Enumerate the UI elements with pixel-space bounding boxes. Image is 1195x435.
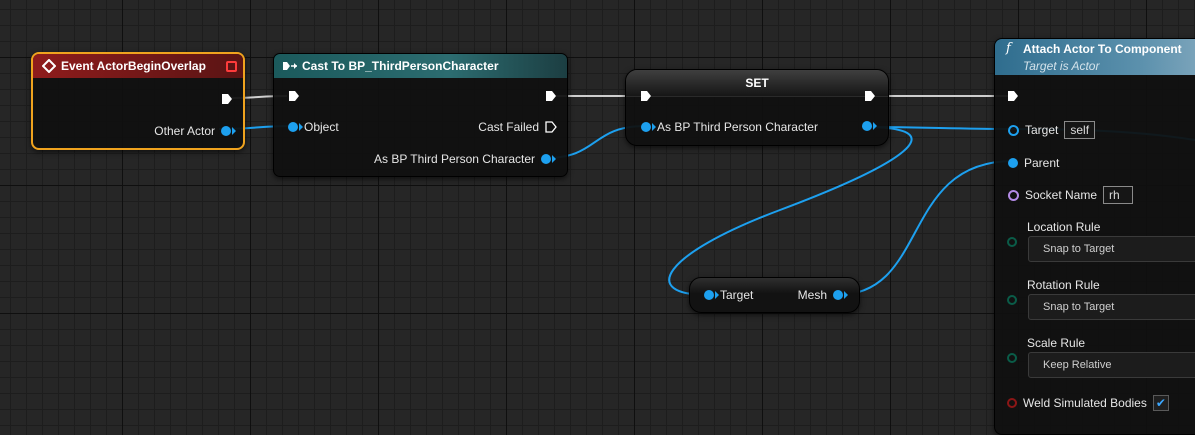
exec-in-icon: [289, 91, 299, 101]
other-actor-pin[interactable]: Other Actor: [154, 124, 236, 138]
getter-mesh-pin[interactable]: Mesh: [797, 288, 848, 302]
cast-icon: [283, 62, 297, 70]
attach-parent-pin[interactable]: Parent: [1008, 156, 1059, 170]
attach-target-label: Target: [1025, 123, 1059, 137]
object-pin-icon: [1008, 158, 1018, 168]
event-exec-out-pin[interactable]: [221, 93, 233, 105]
object-pin-icon: [288, 122, 303, 132]
attach-socket-label: Socket Name: [1025, 188, 1098, 202]
attach-actor-node[interactable]: f Attach Actor To Component Target is Ac…: [994, 38, 1195, 435]
scale-rule-dropdown[interactable]: Keep Relative: [1028, 352, 1195, 378]
attach-node-title: Attach Actor To Component: [1023, 42, 1182, 56]
set-node-header[interactable]: SET: [626, 70, 888, 97]
mesh-getter-node[interactable]: Target Mesh: [689, 277, 860, 313]
exec-out-icon: [865, 91, 875, 101]
event-diamond-icon: [42, 59, 56, 73]
attach-target-value[interactable]: self: [1064, 121, 1096, 139]
getter-mesh-label: Mesh: [797, 288, 827, 302]
bool-pin-icon: [1007, 398, 1017, 408]
name-pin-icon: [1008, 189, 1019, 201]
cast-node-title: Cast To BP_ThirdPersonCharacter: [302, 59, 499, 73]
attach-socket-pin[interactable]: Socket Name rh: [1008, 186, 1134, 204]
exec-in-icon: [641, 91, 651, 101]
object-pin-icon: [833, 290, 848, 300]
other-actor-label: Other Actor: [154, 124, 215, 138]
getter-target-label: Target: [720, 288, 754, 302]
object-pin-icon: [862, 121, 877, 131]
set-variable-node[interactable]: SET As BP Third Person Character: [625, 69, 889, 146]
attach-target-pin[interactable]: Target self: [1008, 121, 1096, 139]
set-output-pin[interactable]: [862, 121, 877, 131]
event-actorbeginoverlap-node[interactable]: Event ActorBeginOverlap Other Actor: [31, 52, 245, 150]
cast-as-bp-label: As BP Third Person Character: [374, 152, 535, 166]
cast-object-label: Object: [304, 120, 339, 134]
weld-label: Weld Simulated Bodies: [1023, 396, 1147, 410]
cast-failed-pin[interactable]: Cast Failed: [478, 120, 557, 134]
cast-exec-in-pin[interactable]: [288, 90, 300, 102]
getter-target-pin[interactable]: Target: [704, 288, 753, 302]
function-icon: f: [1006, 41, 1011, 56]
location-rule-dropdown[interactable]: Snap to Target: [1028, 236, 1195, 262]
attach-node-header[interactable]: f Attach Actor To Component Target is Ac…: [995, 39, 1195, 75]
rotation-rule-dropdown[interactable]: Snap to Target: [1028, 294, 1195, 320]
checkmark-icon: ✔: [1155, 396, 1166, 410]
object-pin-icon: [221, 126, 236, 136]
event-node-header[interactable]: Event ActorBeginOverlap: [33, 54, 243, 78]
cast-node[interactable]: Cast To BP_ThirdPersonCharacter Object C…: [273, 53, 568, 177]
cast-as-bp-pin[interactable]: As BP Third Person Character: [374, 152, 556, 166]
scale-rule-label: Scale Rule: [1027, 336, 1086, 350]
location-rule-label: Location Rule: [1027, 220, 1101, 234]
delegate-pin-icon[interactable]: [226, 61, 237, 72]
cast-object-pin[interactable]: Object: [288, 120, 339, 134]
set-exec-in-pin[interactable]: [640, 90, 652, 102]
set-node-title: SET: [745, 76, 769, 90]
event-node-title: Event ActorBeginOverlap: [61, 59, 206, 73]
attach-socket-value[interactable]: rh: [1103, 186, 1134, 204]
attach-node-subtitle: Target is Actor: [1023, 59, 1100, 73]
exec-out-icon: [546, 91, 556, 101]
cast-node-header[interactable]: Cast To BP_ThirdPersonCharacter: [274, 54, 567, 78]
weld-simulated-pin[interactable]: Weld Simulated Bodies ✔: [1007, 395, 1169, 411]
object-pin-hollow-icon: [1008, 124, 1019, 136]
enum-pin-icon[interactable]: [1007, 295, 1017, 305]
set-input-pin[interactable]: As BP Third Person Character: [641, 120, 818, 134]
enum-pin-icon[interactable]: [1007, 237, 1017, 247]
object-pin-icon: [704, 290, 719, 300]
set-input-label: As BP Third Person Character: [657, 120, 818, 134]
wire-mesh-parent: [836, 160, 1014, 296]
enum-pin-icon[interactable]: [1007, 353, 1017, 363]
object-pin-icon: [641, 122, 656, 132]
attach-parent-label: Parent: [1024, 156, 1060, 170]
cast-exec-out-pin[interactable]: [545, 90, 557, 102]
object-pin-icon: [541, 154, 556, 164]
wire-set-target: [668, 126, 913, 296]
exec-out-icon: [222, 94, 232, 104]
exec-in-icon: [1008, 91, 1018, 101]
set-exec-out-pin[interactable]: [864, 90, 876, 102]
attach-exec-in-pin[interactable]: [1007, 90, 1019, 102]
cast-failed-label: Cast Failed: [478, 120, 539, 134]
weld-checkbox[interactable]: ✔: [1152, 395, 1169, 411]
rotation-rule-label: Rotation Rule: [1027, 278, 1100, 292]
exec-hollow-icon: [545, 121, 557, 133]
